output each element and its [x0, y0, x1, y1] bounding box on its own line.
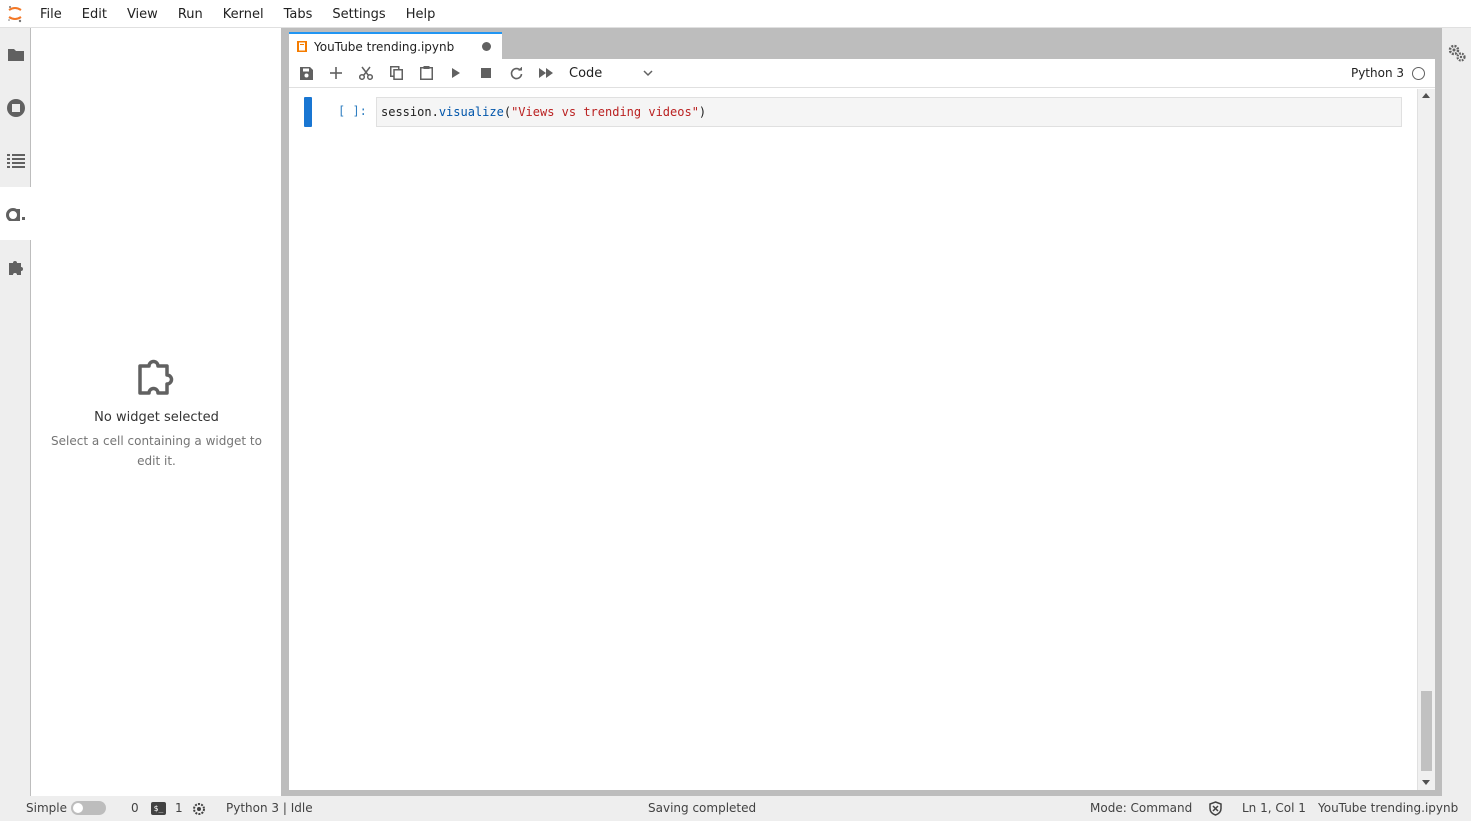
menu-bar: File Edit View Run Kernel Tabs Settings …	[0, 0, 1471, 28]
puzzle-piece-icon	[137, 359, 173, 395]
menu-view[interactable]: View	[117, 0, 168, 28]
restart-icon	[510, 66, 522, 79]
notebook-scrollbar[interactable]	[1417, 89, 1435, 790]
code-object: session	[381, 105, 432, 119]
document-tab-bar: YouTube trending.ipynb	[289, 32, 502, 59]
cell-type-dropdown[interactable]: Code	[569, 62, 654, 84]
scroll-thumb[interactable]	[1421, 691, 1432, 771]
insert-cell-button[interactable]	[321, 61, 351, 85]
notebook-tab-label: YouTube trending.ipynb	[314, 39, 455, 54]
restart-kernel-button[interactable]	[501, 61, 531, 85]
interrupt-kernel-button[interactable]	[471, 61, 501, 85]
scroll-down-arrow-icon[interactable]	[1422, 780, 1430, 785]
terminal-icon[interactable]: $_	[151, 802, 166, 815]
menu-file[interactable]: File	[30, 0, 72, 28]
menu-tabs[interactable]: Tabs	[274, 0, 323, 28]
add-cell-icon	[330, 67, 342, 79]
notebook-icon	[297, 41, 307, 52]
code-open-paren: (	[503, 105, 512, 119]
table-of-contents-tab[interactable]	[0, 134, 31, 187]
no-widget-placeholder: No widget selected Select a cell contain…	[31, 354, 282, 471]
folder-icon	[7, 48, 24, 61]
cut-button[interactable]	[351, 61, 381, 85]
kernel-idle-status-icon	[1412, 67, 1425, 80]
menu-help[interactable]: Help	[396, 0, 446, 28]
run-icon	[452, 68, 460, 78]
menu-kernel[interactable]: Kernel	[213, 0, 274, 28]
extension-manager-tab[interactable]	[0, 240, 31, 293]
kernel-status-text[interactable]: Python 3 | Idle	[226, 796, 313, 821]
property-inspector-tab[interactable]	[0, 187, 32, 240]
cell-code-editor[interactable]: session.visualize("Views vs trending vid…	[376, 97, 1402, 127]
cell-collapser[interactable]	[304, 97, 312, 127]
notebook-panel: Code Python 3 [ ]: session.visualize("Vi…	[289, 59, 1435, 790]
save-button[interactable]	[291, 61, 321, 85]
notebook-tab[interactable]: YouTube trending.ipynb	[289, 32, 502, 59]
scroll-up-arrow-icon[interactable]	[1422, 93, 1430, 98]
widget-property-panel: No widget selected Select a cell contain…	[31, 28, 282, 796]
trusted-icon[interactable]	[1208, 801, 1223, 816]
left-activity-bar	[0, 28, 32, 796]
status-bar: Simple 0 $_ 1 Python 3 | Idle Saving com…	[0, 796, 1471, 821]
chevron-down-icon	[643, 70, 653, 77]
kernel-gear-icon[interactable]	[192, 802, 206, 815]
property-inspector-icon	[6, 207, 25, 221]
menu-run[interactable]: Run	[168, 0, 213, 28]
toc-icon	[6, 153, 25, 168]
kernels-count[interactable]: 0	[131, 796, 139, 821]
running-sessions-tab[interactable]	[0, 81, 31, 134]
run-cell-button[interactable]	[441, 61, 471, 85]
property-inspector-right-tab[interactable]	[1442, 28, 1471, 78]
file-browser-tab[interactable]	[0, 28, 31, 81]
right-activity-bar	[1441, 28, 1471, 796]
kernel-name-button[interactable]: Python 3	[1351, 59, 1404, 88]
cut-icon	[359, 66, 373, 80]
stop-icon	[481, 68, 491, 78]
copy-button[interactable]	[381, 61, 411, 85]
running-icon	[6, 98, 25, 117]
code-close-paren: )	[698, 105, 707, 119]
paste-button[interactable]	[411, 61, 441, 85]
extension-icon	[8, 260, 23, 275]
code-dot: .	[431, 105, 439, 119]
menu-edit[interactable]: Edit	[72, 0, 117, 28]
jupyter-logo-icon	[0, 0, 30, 28]
code-method: visualize	[438, 105, 504, 119]
toggle-knob	[73, 803, 83, 813]
simple-mode-toggle[interactable]	[71, 801, 106, 815]
terminals-count[interactable]: 1	[175, 796, 183, 821]
cursor-position[interactable]: Ln 1, Col 1	[1242, 796, 1306, 821]
menu-settings[interactable]: Settings	[322, 0, 395, 28]
cell-type-value: Code	[569, 65, 603, 81]
no-widget-title: No widget selected	[94, 410, 219, 425]
save-icon	[299, 66, 313, 80]
paste-icon	[419, 66, 433, 80]
notebook-toolbar: Code Python 3	[289, 59, 1435, 88]
main-dock-area: YouTube trending.ipynb Code Python 3 []…	[282, 28, 1441, 796]
unsaved-changes-dot-icon[interactable]	[482, 42, 491, 51]
code-string: "Views vs trending videos"	[511, 105, 699, 119]
status-message: Saving completed	[648, 801, 757, 815]
status-filename: YouTube trending.ipynb	[1318, 801, 1459, 815]
simple-mode-label: Simple	[26, 801, 67, 815]
copy-icon	[389, 66, 403, 80]
notebook-cells-area[interactable]: [ ]: session.visualize("Views vs trendin…	[289, 89, 1417, 790]
restart-run-all-button[interactable]	[531, 61, 561, 85]
notebook-mode[interactable]: Mode: Command	[1090, 796, 1192, 821]
property-inspector-gears-icon	[1448, 44, 1466, 62]
fast-forward-icon	[539, 68, 553, 78]
no-widget-description: Select a cell containing a widget to edi…	[51, 434, 262, 468]
cell-input-prompt: [ ]:	[338, 104, 367, 118]
code-cell[interactable]: [ ]: session.visualize("Views vs trendin…	[304, 97, 1402, 127]
